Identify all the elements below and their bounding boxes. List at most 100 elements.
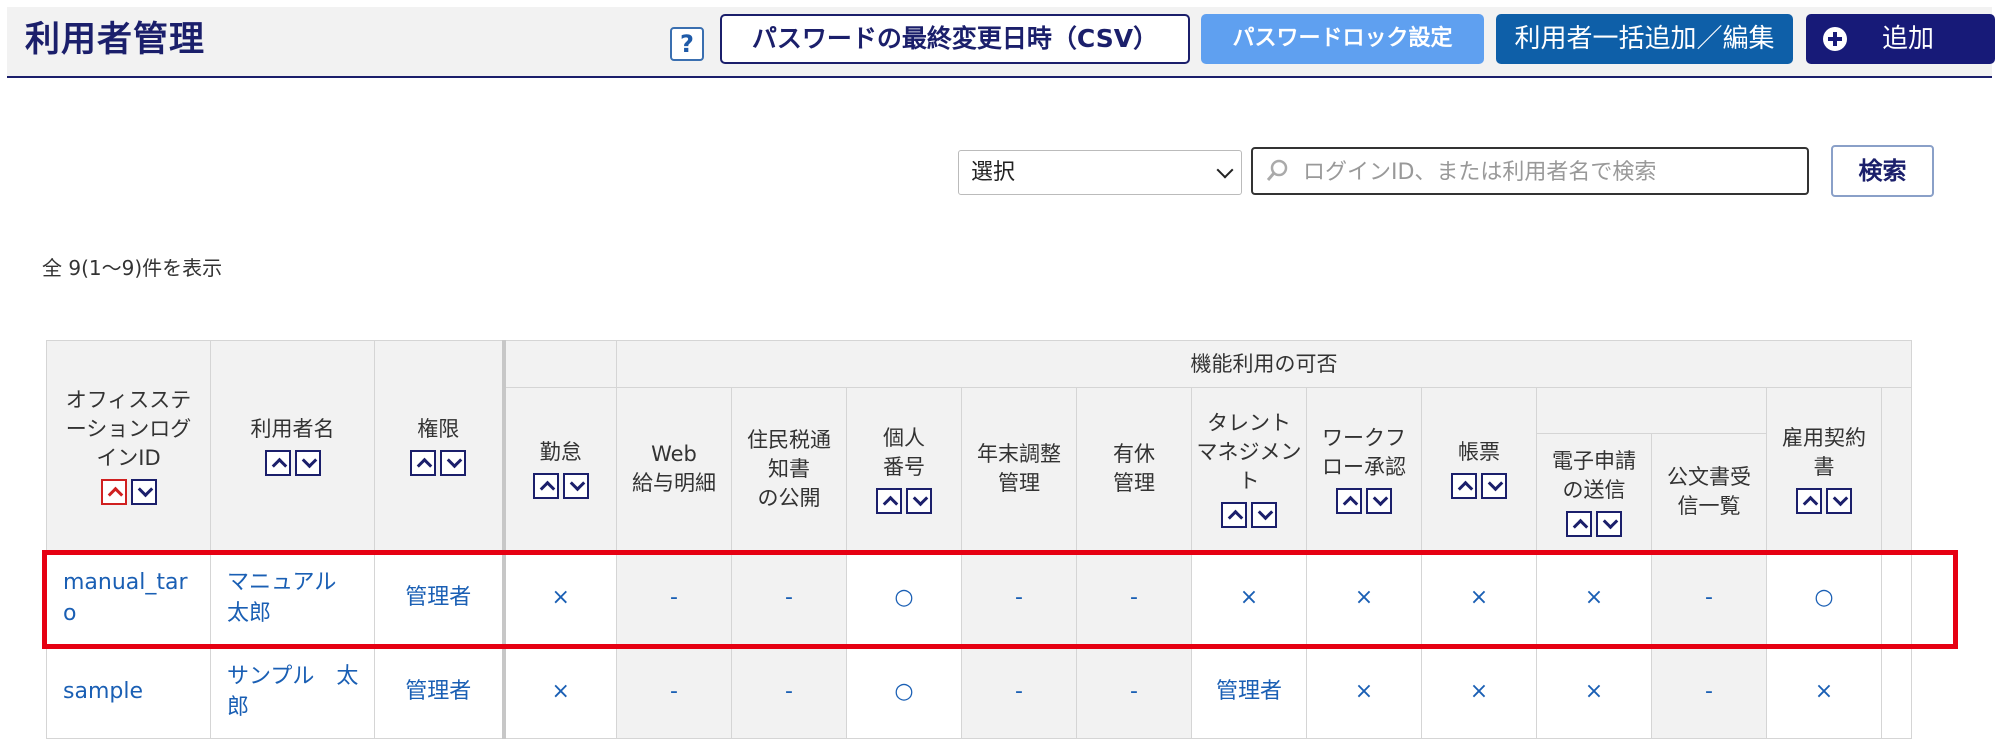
- cell-truncated: [1881, 550, 1912, 645]
- col-header-chohyo: 帳票: [1421, 387, 1537, 551]
- table-row: manual_tar o マニュアル 太郎 管理者 × - - ○ - - × …: [46, 550, 1912, 645]
- cell-web-payslip: -: [616, 644, 732, 739]
- col-header-nenmatsu: 年末調整 管理: [961, 387, 1077, 551]
- search-button[interactable]: 検索: [1831, 145, 1934, 197]
- sort-desc-button[interactable]: [906, 487, 932, 514]
- group-header-feature-permissions: 機能利用の可否: [616, 340, 1912, 388]
- password-lock-settings-button[interactable]: パスワードロック設定: [1201, 14, 1484, 64]
- cell-truncated: [1881, 644, 1912, 739]
- col-label-login-2: ーションログ: [65, 416, 192, 441]
- col-header-truncated: [1881, 387, 1912, 551]
- cell-koyo: ○: [1766, 550, 1882, 645]
- user-name-line: 太郎: [227, 600, 272, 626]
- role-cell: 管理者: [374, 644, 504, 739]
- cell-jumin: -: [731, 550, 847, 645]
- bulk-add-edit-button[interactable]: 利用者一括追加／編集: [1496, 14, 1793, 64]
- sort-asc-button[interactable]: [100, 478, 127, 505]
- col-label-yukyu-2: 管理: [1113, 471, 1155, 495]
- cell-chohyo: ×: [1421, 644, 1537, 739]
- sort-asc-button[interactable]: [876, 487, 902, 514]
- sort-controls-koyo: [1794, 486, 1854, 515]
- sort-controls-workflow: [1334, 486, 1394, 515]
- col-label-workflow-2: ロー承認: [1322, 454, 1406, 479]
- sort-desc-button[interactable]: [1481, 473, 1507, 499]
- col-label-web-1: Web: [651, 442, 697, 466]
- search-input[interactable]: [1301, 155, 1795, 189]
- user-name-link[interactable]: サンプル 太 郎: [210, 644, 375, 739]
- search-icon: [1267, 159, 1288, 181]
- add-user-button[interactable]: 追加: [1806, 14, 1995, 64]
- col-label-login-1: オフィスステ: [65, 387, 192, 412]
- result-count: 全 9(1〜9)件を表示: [42, 256, 223, 280]
- login-id-link[interactable]: sample: [46, 644, 211, 739]
- login-id-line: sample: [63, 679, 143, 704]
- sort-controls-chohyo: [1449, 471, 1509, 500]
- sort-desc-button[interactable]: [130, 478, 157, 505]
- user-name-link[interactable]: マニュアル 太郎: [210, 550, 375, 645]
- sort-controls-name: [263, 448, 323, 477]
- col-label-jumin-1: 住民税通: [747, 427, 831, 452]
- sort-desc-button[interactable]: [440, 449, 467, 476]
- search-field[interactable]: [1251, 147, 1809, 195]
- col-label-denshi-2: の送信: [1562, 477, 1626, 502]
- col-header-user-name: 利用者名: [210, 340, 375, 551]
- col-label-koyo-1: 雇用契約: [1782, 425, 1866, 450]
- cell-kobunsho: -: [1651, 550, 1767, 645]
- cell-nenmatsu: -: [961, 644, 1077, 739]
- col-label-user-name: 利用者名: [250, 416, 335, 441]
- help-button[interactable]: ?: [670, 27, 704, 61]
- password-change-csv-button[interactable]: パスワードの最終変更日時（CSV）: [720, 14, 1190, 64]
- sort-controls-kojin: [874, 486, 934, 515]
- col-label-role: 権限: [417, 416, 460, 441]
- cell-kintai: ×: [501, 644, 617, 739]
- col-header-kobunsho: 公文書受 信一覧: [1651, 433, 1767, 551]
- col-label-kintai: 勤怠: [539, 440, 582, 464]
- sort-controls-login: [99, 477, 159, 506]
- col-header-blank: [501, 340, 617, 388]
- col-label-talent-1: タレント: [1207, 411, 1291, 435]
- sort-desc-button[interactable]: [294, 449, 321, 476]
- sort-desc-button[interactable]: [1826, 487, 1852, 514]
- cell-kojin-bango: ○: [846, 644, 962, 739]
- col-label-kobun-1: 公文書受: [1667, 465, 1751, 489]
- sort-asc-button[interactable]: [1336, 487, 1362, 514]
- col-label-jumin-2: 知書: [768, 456, 810, 481]
- filter-select[interactable]: 選択: [958, 150, 1242, 195]
- cell-denshi: ×: [1536, 550, 1652, 645]
- sort-asc-button[interactable]: [1451, 473, 1477, 499]
- plus-circle-icon: [1823, 27, 1847, 51]
- login-id-link[interactable]: manual_tar o: [46, 550, 211, 645]
- sort-desc-button[interactable]: [1251, 502, 1277, 528]
- col-label-denshi-1: 電子申請: [1552, 448, 1636, 473]
- sort-asc-button[interactable]: [532, 473, 559, 499]
- cell-yukyu: -: [1076, 550, 1192, 645]
- cell-yukyu: -: [1076, 644, 1192, 739]
- page-header: 利用者管理 ? パスワードの最終変更日時（CSV） パスワードロック設定 利用者…: [7, 7, 1995, 78]
- col-label-login-3: インID: [96, 445, 161, 470]
- sort-asc-button[interactable]: [410, 449, 437, 476]
- col-header-talent: タレント マネジメント: [1191, 387, 1307, 551]
- col-header-kintai: 勤怠: [501, 387, 617, 551]
- sort-asc-button[interactable]: [1566, 510, 1592, 537]
- sort-controls-role: [408, 448, 468, 477]
- sort-asc-button[interactable]: [1221, 502, 1247, 528]
- col-label-kojin-2: 番号: [883, 454, 925, 479]
- col-label-nenmatsu-2: 管理: [998, 471, 1040, 495]
- sort-asc-button[interactable]: [1796, 487, 1822, 514]
- sort-desc-button[interactable]: [1366, 487, 1392, 514]
- col-label-yukyu-1: 有休: [1113, 442, 1155, 466]
- col-label-kojin-1: 個人: [883, 425, 925, 450]
- sort-desc-button[interactable]: [1596, 510, 1622, 537]
- sort-desc-button[interactable]: [562, 473, 589, 499]
- cell-jumin: -: [731, 644, 847, 739]
- chevron-down-icon: [1216, 161, 1234, 179]
- cell-web-payslip: -: [616, 550, 732, 645]
- user-name-line: マニュアル: [227, 569, 337, 595]
- user-table: オフィスステ ーションログ インID 利用者名 権限 機能利用の可否 勤怠 We…: [46, 340, 1912, 739]
- col-label-web-2: 給与明細: [632, 471, 716, 495]
- user-name-line: サンプル 太: [227, 663, 359, 689]
- col-header-spacer: [1536, 387, 1767, 434]
- sort-controls-talent: [1219, 500, 1279, 529]
- sort-asc-button[interactable]: [264, 449, 291, 476]
- col-header-jumin: 住民税通 知書 の公開: [731, 387, 847, 551]
